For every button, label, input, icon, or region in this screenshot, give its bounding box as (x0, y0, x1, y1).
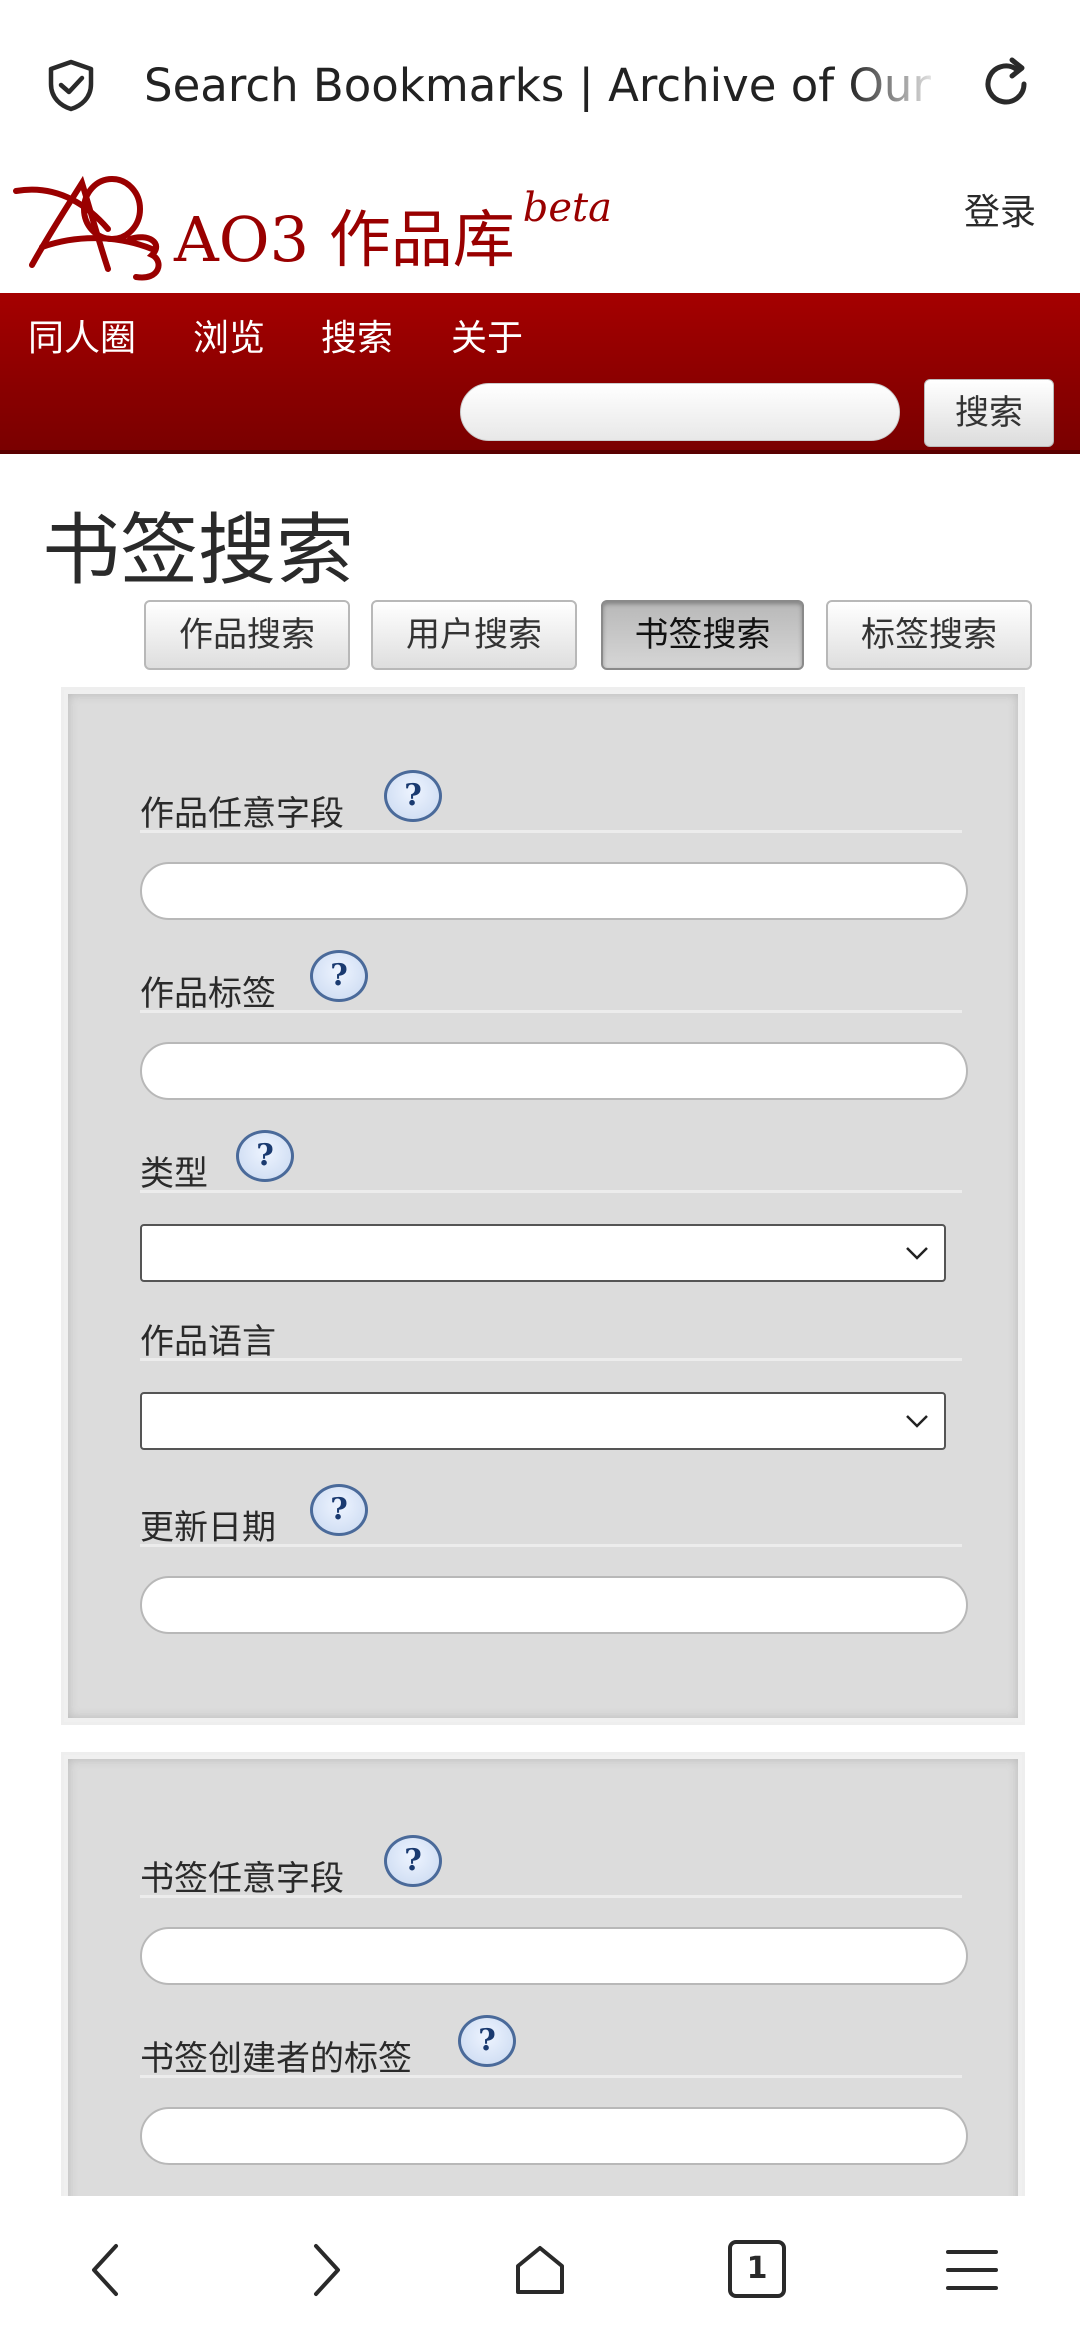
divider (140, 830, 962, 833)
bookmarker-tags-input[interactable] (140, 2107, 968, 2165)
work-info-panel: 作品任意字段 ? 作品标签 ? 类型 ? 作品语言 更新日期 ? (64, 690, 1022, 1722)
logo-name: AO3 作品库 (174, 203, 515, 276)
date-updated-input[interactable] (140, 1576, 968, 1634)
bookmark-info-panel: 书签任意字段 ? 书签创建者的标签 ? (64, 1755, 1022, 2233)
help-icon[interactable]: ? (384, 1835, 442, 1887)
language-select[interactable] (140, 1392, 946, 1450)
browser-bottom-bar: 1 (0, 2196, 1080, 2340)
chevron-down-icon (906, 1247, 928, 1260)
menu-icon[interactable] (942, 2240, 1002, 2300)
bookmarker-tags-label: 书签创建者的标签 (140, 2039, 412, 2079)
divider (140, 1895, 962, 1898)
help-icon[interactable]: ? (458, 2015, 516, 2067)
site-search-input[interactable] (460, 383, 900, 441)
help-icon[interactable]: ? (236, 1130, 294, 1182)
divider (140, 1544, 962, 1547)
shield-check-icon[interactable] (44, 58, 98, 112)
primary-nav: 同人圈 浏览 搜索 关于 搜索 (0, 293, 1080, 454)
site-header: AO3 作品库 beta 登录 (0, 165, 1080, 293)
tab-count: 1 (746, 2251, 768, 2286)
divider (140, 1010, 962, 1013)
browser-page-title[interactable]: Search Bookmarks | Archive of Our Own (144, 54, 944, 118)
site-search-button[interactable]: 搜索 (924, 379, 1054, 447)
work-any-field-input[interactable] (140, 862, 968, 920)
back-icon[interactable] (78, 2240, 138, 2300)
ao3-logo-icon[interactable] (12, 169, 182, 287)
divider (140, 2075, 962, 2078)
tabs-button[interactable]: 1 (728, 2240, 786, 2298)
help-icon[interactable]: ? (310, 1484, 368, 1536)
login-link[interactable]: 登录 (964, 183, 1036, 235)
work-any-field-label: 作品任意字段 (140, 794, 344, 834)
nav-item-browse[interactable]: 浏览 (193, 309, 265, 361)
nav-item-search[interactable]: 搜索 (321, 309, 393, 361)
help-icon[interactable]: ? (384, 770, 442, 822)
type-select[interactable] (140, 1224, 946, 1282)
work-tags-input[interactable] (140, 1042, 968, 1100)
divider (140, 1358, 962, 1361)
date-updated-label: 更新日期 (140, 1508, 276, 1548)
forward-icon[interactable] (294, 2240, 354, 2300)
home-icon[interactable] (510, 2240, 570, 2300)
site-logo-text[interactable]: AO3 作品库 beta (174, 185, 612, 279)
nav-item-fandoms[interactable]: 同人圈 (28, 309, 136, 361)
reload-icon[interactable] (976, 54, 1036, 114)
divider (140, 1190, 962, 1193)
language-label: 作品语言 (140, 1322, 276, 1362)
work-tags-label: 作品标签 (140, 974, 276, 1014)
type-label: 类型 (140, 1154, 208, 1194)
help-icon[interactable]: ? (310, 950, 368, 1002)
bookmark-any-field-label: 书签任意字段 (140, 1859, 344, 1899)
chevron-down-icon (906, 1415, 928, 1428)
page-title: 书签搜索 (42, 506, 355, 596)
nav-item-about[interactable]: 关于 (451, 309, 523, 361)
tab-people-search[interactable]: 用户搜索 (371, 600, 577, 670)
tab-bookmark-search[interactable]: 书签搜索 (601, 600, 804, 670)
bookmark-any-field-input[interactable] (140, 1927, 968, 1985)
tab-work-search[interactable]: 作品搜索 (144, 600, 350, 670)
tab-tag-search[interactable]: 标签搜索 (826, 600, 1032, 670)
logo-beta: beta (522, 185, 612, 231)
browser-top-bar: Search Bookmarks | Archive of Our Own (0, 0, 1080, 170)
